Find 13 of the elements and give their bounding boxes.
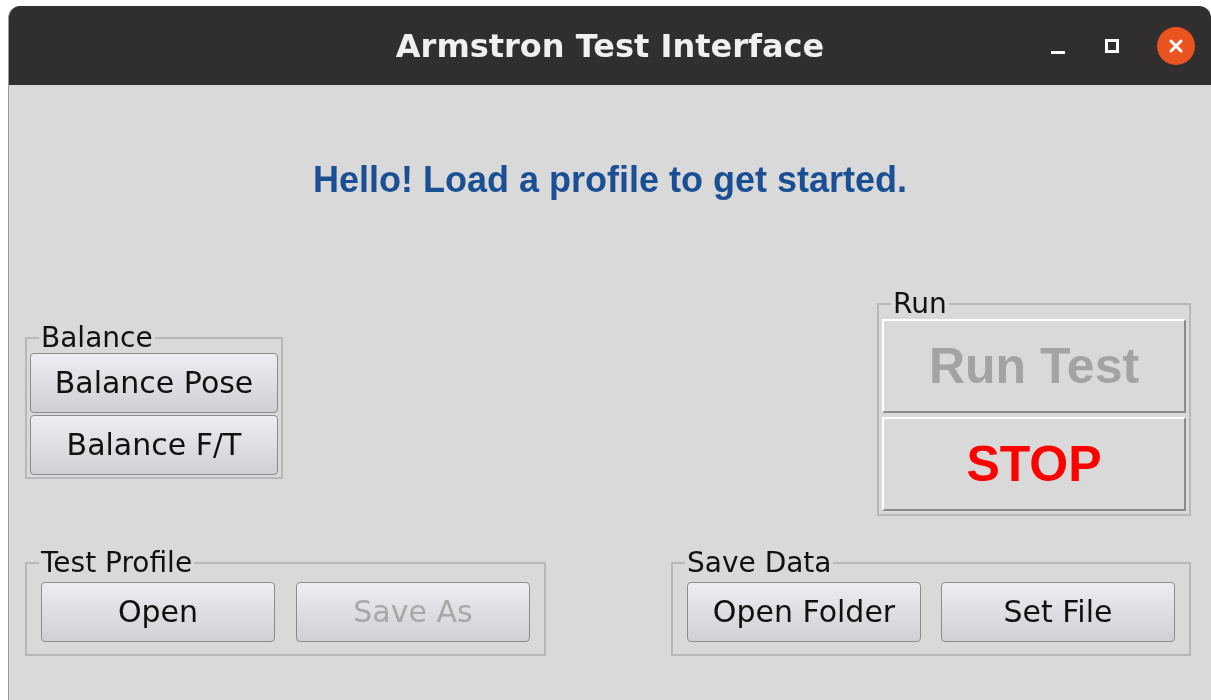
group-legend: Run	[891, 289, 949, 319]
action-button[interactable]: Set File	[941, 582, 1175, 642]
close-icon[interactable]	[1157, 26, 1195, 65]
group-legend: Balance	[39, 323, 155, 353]
status-message: Hello! Load a profile to get started.	[312, 158, 908, 202]
action-button[interactable]: Open	[41, 582, 275, 642]
group-legend: Save Data	[685, 548, 834, 578]
maximize-icon[interactable]	[1105, 38, 1119, 53]
action-button[interactable]: Balance Pose	[30, 353, 278, 413]
window-title: Armstron Test Interface	[395, 25, 825, 67]
group-legend: Test Profile	[39, 548, 195, 578]
action-button[interactable]: Balance F/T	[30, 415, 278, 475]
action-button[interactable]: Open Folder	[687, 582, 921, 642]
